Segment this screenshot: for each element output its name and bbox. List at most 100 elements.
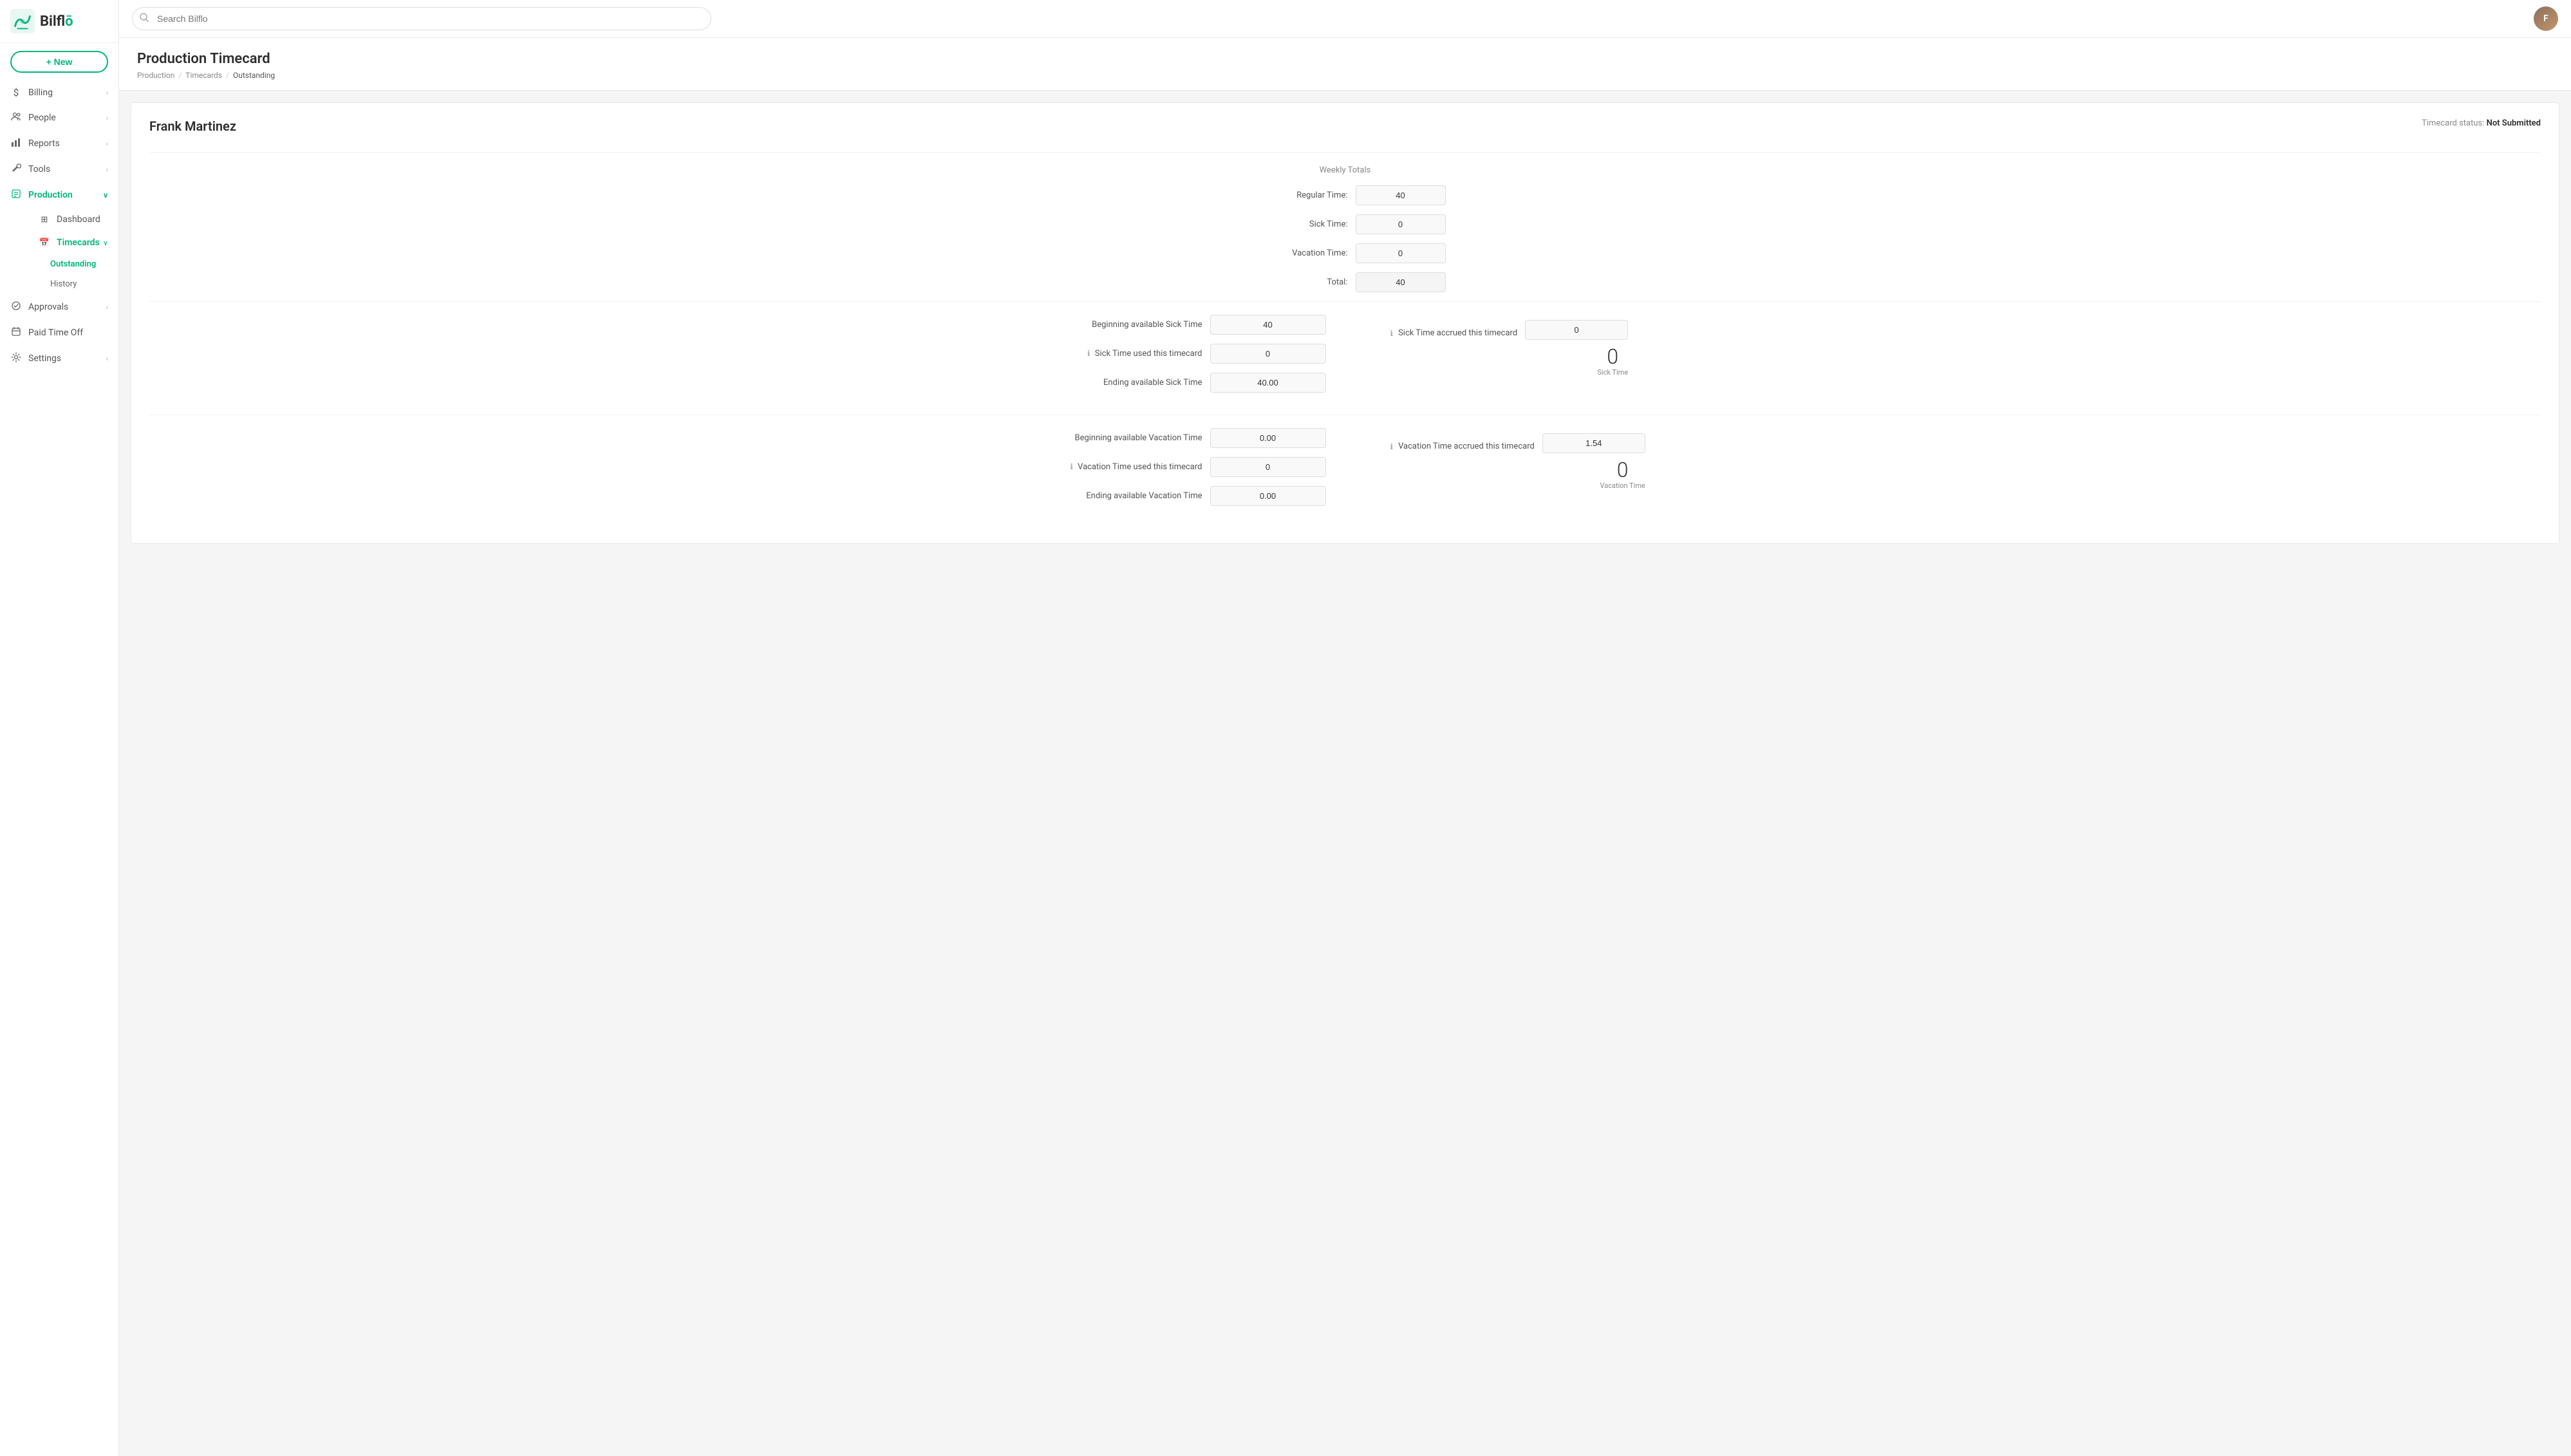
sick-beginning-label: Beginning available Sick Time	[1022, 320, 1202, 330]
breadcrumb-timecards[interactable]: Timecards	[185, 71, 222, 80]
vacation-time-label: Vacation Time:	[1245, 248, 1348, 258]
worker-header: Frank Martinez Timecard status: Not Subm…	[149, 118, 2541, 136]
vacation-ending-input[interactable]	[1210, 486, 1326, 506]
sidebar-item-timecards[interactable]: 📅 Timecards ∨	[10, 231, 118, 254]
timecard-status: Timecard status: Not Submitted	[2422, 118, 2541, 128]
vacation-big-number: 0	[1617, 460, 1629, 480]
regular-time-label: Regular Time:	[1245, 191, 1348, 200]
sick-time-right: ℹ Sick Time accrued this timecard 0 Sick…	[1365, 315, 2541, 402]
sidebar-item-people-label: People	[28, 113, 106, 123]
tools-chevron-icon: ‹	[106, 165, 108, 174]
content: Production Timecard Production / Timecar…	[119, 38, 2571, 1456]
timecard-status-label: Timecard status:	[2422, 118, 2484, 128]
weekly-totals-title: Weekly Totals	[149, 165, 2541, 175]
sick-used-input[interactable]	[1210, 344, 1326, 364]
dashboard-icon: ⊞	[39, 215, 50, 225]
breadcrumb: Production / Timecards / Outstanding	[137, 71, 2553, 80]
tools-icon	[10, 163, 22, 176]
sidebar-item-approvals[interactable]: Approvals ‹	[0, 294, 118, 320]
sidebar-item-tools[interactable]: Tools ‹	[0, 156, 118, 182]
reports-chevron-icon: ‹	[106, 140, 108, 148]
logo[interactable]: Bilflō	[0, 0, 118, 43]
vacation-time-left: Beginning available Vacation Time ℹ Vaca…	[149, 428, 1365, 515]
vacation-beginning-label: Beginning available Vacation Time	[1022, 433, 1202, 443]
vacation-big-number-wrap: 0 Vacation Time	[1561, 460, 1645, 490]
search-bar	[132, 7, 711, 30]
vacation-accrued-input[interactable]	[1542, 433, 1645, 453]
billing-chevron-icon: ‹	[106, 89, 108, 97]
sick-accrued-input[interactable]	[1525, 320, 1628, 340]
vacation-used-input[interactable]	[1210, 457, 1326, 477]
breadcrumb-outstanding: Outstanding	[233, 71, 275, 80]
timecard-status-value: Not Submitted	[2487, 118, 2541, 128]
reports-icon	[10, 137, 22, 150]
production-chevron-icon: ∨	[103, 191, 108, 200]
sidebar-item-history[interactable]: History	[10, 274, 118, 294]
worker-name: Frank Martinez	[149, 118, 236, 134]
sidebar-item-paid-time-off[interactable]: Paid Time Off	[0, 320, 118, 346]
breadcrumb-production[interactable]: Production	[137, 71, 174, 80]
sick-beginning-input[interactable]	[1210, 315, 1326, 335]
sick-used-info-icon: ℹ	[1087, 349, 1090, 358]
sidebar-item-billing-label: Billing	[28, 88, 106, 98]
regular-time-input[interactable]	[1356, 185, 1446, 205]
vacation-accrued-label: ℹ Vacation Time accrued this timecard	[1390, 435, 1535, 451]
settings-chevron-icon: ‹	[106, 355, 108, 363]
search-input[interactable]	[132, 7, 711, 30]
vacation-time-section: Beginning available Vacation Time ℹ Vaca…	[149, 415, 2541, 528]
weekly-totals-section: Weekly Totals Regular Time: Sick Time: V…	[149, 152, 2541, 292]
page-title: Production Timecard	[137, 51, 2553, 67]
vacation-ending-label: Ending available Vacation Time	[1022, 491, 1202, 501]
timecards-chevron-icon: ∨	[103, 239, 108, 247]
sidebar-item-people[interactable]: People ‹	[0, 105, 118, 131]
vacation-beginning-row: Beginning available Vacation Time	[201, 428, 1326, 448]
vacation-time-input[interactable]	[1356, 243, 1446, 263]
total-label: Total:	[1245, 277, 1348, 287]
production-icon	[10, 189, 22, 201]
sick-accrued-info-icon: ℹ	[1390, 329, 1394, 338]
sidebar-item-settings-label: Settings	[28, 353, 106, 364]
sidebar-item-history-label: History	[50, 279, 77, 289]
total-input	[1356, 272, 1446, 292]
sidebar-item-outstanding[interactable]: Outstanding	[10, 254, 118, 274]
breadcrumb-sep-1: /	[178, 71, 182, 80]
card-body: Frank Martinez Timecard status: Not Subm…	[131, 103, 2559, 543]
page-header: Production Timecard Production / Timecar…	[119, 38, 2571, 91]
new-button[interactable]: + New	[10, 51, 108, 73]
sidebar-item-reports[interactable]: Reports ‹	[0, 131, 118, 156]
sick-used-label: ℹ Sick Time used this timecard	[1022, 349, 1202, 359]
sidebar: Bilflō + New $ Billing ‹ People ‹ Report…	[0, 0, 119, 1456]
main-card: Frank Martinez Timecard status: Not Subm…	[131, 102, 2559, 544]
sick-used-row: ℹ Sick Time used this timecard	[201, 344, 1326, 364]
sidebar-item-tools-label: Tools	[28, 164, 106, 174]
logo-text: Bilflō	[40, 14, 73, 30]
sidebar-item-settings[interactable]: Settings ‹	[0, 346, 118, 371]
vacation-beginning-input[interactable]	[1210, 428, 1326, 448]
sick-time-input[interactable]	[1356, 214, 1446, 234]
settings-icon	[10, 352, 22, 365]
avatar[interactable]: F	[2534, 6, 2558, 31]
sick-ending-label: Ending available Sick Time	[1022, 378, 1202, 387]
search-icon	[140, 13, 149, 24]
approvals-icon	[10, 301, 22, 313]
people-icon	[10, 111, 22, 124]
sick-ending-input[interactable]	[1210, 373, 1326, 393]
sick-beginning-row: Beginning available Sick Time	[201, 315, 1326, 335]
breadcrumb-sep-2: /	[226, 71, 229, 80]
logo-icon	[10, 9, 35, 33]
paid-time-off-icon	[10, 326, 22, 339]
sick-big-label: Sick Time	[1597, 368, 1628, 377]
sick-ending-row: Ending available Sick Time	[201, 373, 1326, 393]
billing-icon: $	[10, 87, 22, 98]
sidebar-item-production[interactable]: Production ∨	[0, 182, 118, 208]
vacation-used-info-icon: ℹ	[1070, 462, 1073, 471]
sidebar-item-paid-time-off-label: Paid Time Off	[28, 328, 108, 338]
topbar: F	[119, 0, 2571, 38]
sidebar-item-timecards-label: Timecards	[57, 238, 103, 248]
sidebar-item-dashboard[interactable]: ⊞ Dashboard	[10, 208, 118, 231]
timecards-icon: 📅	[39, 238, 50, 248]
people-chevron-icon: ‹	[106, 114, 108, 122]
sick-accrued-label: ℹ Sick Time accrued this timecard	[1390, 322, 1518, 338]
vacation-used-label: ℹ Vacation Time used this timecard	[1022, 462, 1202, 472]
sidebar-item-billing[interactable]: $ Billing ‹	[0, 80, 118, 105]
